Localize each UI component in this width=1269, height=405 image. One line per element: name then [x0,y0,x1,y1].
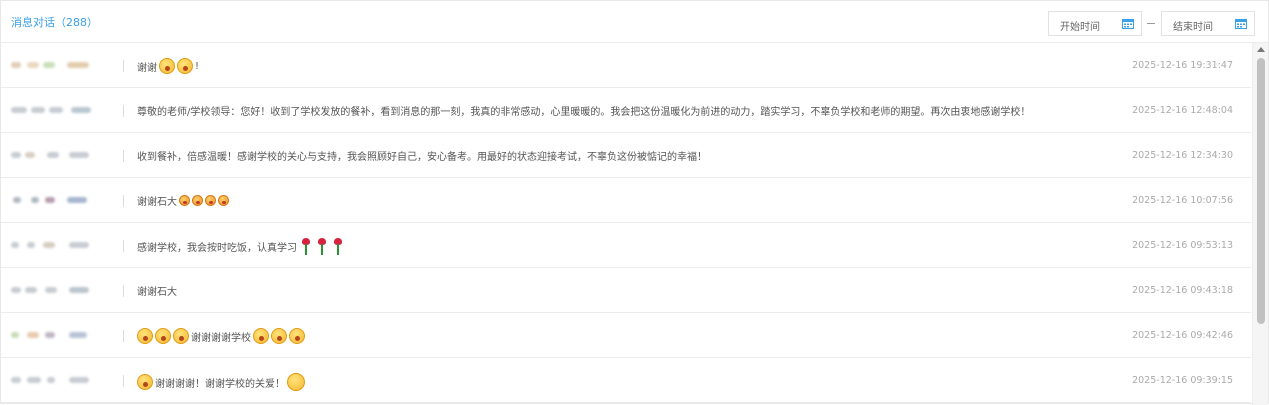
astonished-face-icon [137,328,153,344]
date-range-separator [1147,23,1155,24]
blurred-sender-name [9,102,113,120]
message-text-part: 收到餐补，倍感温暖！感谢学校的关心与支持，我会照顾好自己，安心备考。用最好的状态… [137,152,707,163]
message-list[interactable]: 谢谢 ! 2025-12-16 19:31:47 尊敬的老师/学校领导：您好！收… [1,43,1251,405]
start-date-placeholder: 开始时间 [1060,22,1100,33]
row-divider [123,195,124,207]
message-timestamp: 2025-12-16 12:48:04 [1132,105,1233,116]
end-date-placeholder: 结束时间 [1173,22,1213,33]
message-row[interactable]: 感谢学校，我会按时吃饭，认真学习 2025-12-16 09:53:13 [1,223,1251,268]
message-row[interactable]: 谢谢石大 2025-12-16 09:43:18 [1,268,1251,313]
end-date-input[interactable]: 结束时间 [1161,11,1255,36]
message-text: 谢谢石大 [137,193,229,208]
astonished-face-icon [173,328,189,344]
rose-icon [301,238,311,255]
message-text-part: 谢谢石大 [137,197,177,208]
astonished-face-icon [271,328,287,344]
message-text: 谢谢谢谢！谢谢学校的关爱！ [137,373,305,391]
blushing-face-icon [192,195,203,206]
message-row[interactable]: 谢谢石大 2025-12-16 10:07:56 [1,178,1251,223]
astonished-face-icon [253,328,269,344]
message-text: 尊敬的老师/学校领导：您好！收到了学校发放的餐补，看到消息的那一刻，我真的非常感… [137,103,1030,118]
blushing-face-icon [205,195,216,206]
message-text-part: 尊敬的老师/学校领导：您好！收到了学校发放的餐补，看到消息的那一刻，我真的非常感… [137,107,1031,118]
blurred-sender-name [9,372,113,390]
calendar-icon[interactable] [1235,18,1247,29]
row-divider [123,60,124,72]
message-text-part: ! [195,60,200,72]
message-timestamp: 2025-12-16 09:43:18 [1132,285,1233,296]
panel-header: 消息对话（288） 开始时间 结束时间 [1,1,1268,43]
row-divider [123,240,124,252]
blushing-face-icon [218,195,229,206]
blurred-sender-name [9,192,113,210]
blurred-sender-name [9,147,113,165]
message-timestamp: 2025-12-16 09:53:13 [1132,240,1233,251]
message-text: 谢谢谢谢学校 [137,328,305,344]
message-text: 感谢学校，我会按时吃饭，认真学习 [137,238,345,255]
rose-icon [333,238,343,255]
message-timestamp: 2025-12-16 12:34:30 [1132,150,1233,161]
message-row[interactable]: 谢谢谢谢学校 2025-12-16 09:42:46 [1,313,1251,358]
message-timestamp: 2025-12-16 09:39:15 [1132,375,1233,386]
row-divider [123,150,124,162]
vertical-scrollbar[interactable] [1252,43,1268,405]
page-title: 消息对话（288） [11,16,98,29]
message-text: 谢谢石大 [137,283,177,298]
row-divider [123,105,124,117]
message-row[interactable]: 谢谢谢谢！谢谢学校的关爱！ 2025-12-16 09:39:15 [1,358,1251,403]
astonished-face-icon [137,374,153,390]
blurred-sender-name [9,327,113,345]
blushing-face-icon [179,195,190,206]
message-text-part: 谢谢谢谢！谢谢学校的关爱！ [155,378,285,390]
row-divider [123,375,124,387]
message-text-part: 谢谢石大 [137,287,177,298]
message-text-part: 感谢学校，我会按时吃饭，认真学习 [137,243,297,254]
grinning-face-icon [287,373,305,391]
row-divider [123,285,124,297]
message-text: 谢谢 ! [137,58,199,74]
message-timestamp: 2025-12-16 09:42:46 [1132,330,1233,341]
message-row[interactable]: 收到餐补，倍感温暖！感谢学校的关心与支持，我会照顾好自己，安心备考。用最好的状态… [1,133,1251,178]
scrollbar-thumb[interactable] [1257,58,1265,324]
message-timestamp: 2025-12-16 10:07:56 [1132,195,1233,206]
message-row[interactable]: 尊敬的老师/学校领导：您好！收到了学校发放的餐补，看到消息的那一刻，我真的非常感… [1,88,1251,133]
scroll-up-arrow-icon[interactable] [1257,47,1265,52]
blurred-sender-name [9,57,113,75]
message-text-part: 谢谢谢谢学校 [191,332,251,344]
message-text: 收到餐补，倍感温暖！感谢学校的关心与支持，我会照顾好自己，安心备考。用最好的状态… [137,148,707,163]
message-panel: 消息对话（288） 开始时间 结束时间 谢谢 ! 2025-12-16 19:3… [0,0,1269,405]
calendar-icon[interactable] [1122,18,1134,29]
blurred-sender-name [9,237,113,255]
astonished-face-icon [159,58,175,74]
start-date-input[interactable]: 开始时间 [1048,11,1142,36]
blurred-sender-name [9,282,113,300]
message-text-part: 谢谢 [137,62,157,74]
row-divider [123,330,124,342]
astonished-face-icon [177,58,193,74]
astonished-face-icon [155,328,171,344]
astonished-face-icon [289,328,305,344]
message-row[interactable]: 谢谢 ! 2025-12-16 19:31:47 [1,43,1251,88]
rose-icon [317,238,327,255]
message-timestamp: 2025-12-16 19:31:47 [1132,60,1233,71]
